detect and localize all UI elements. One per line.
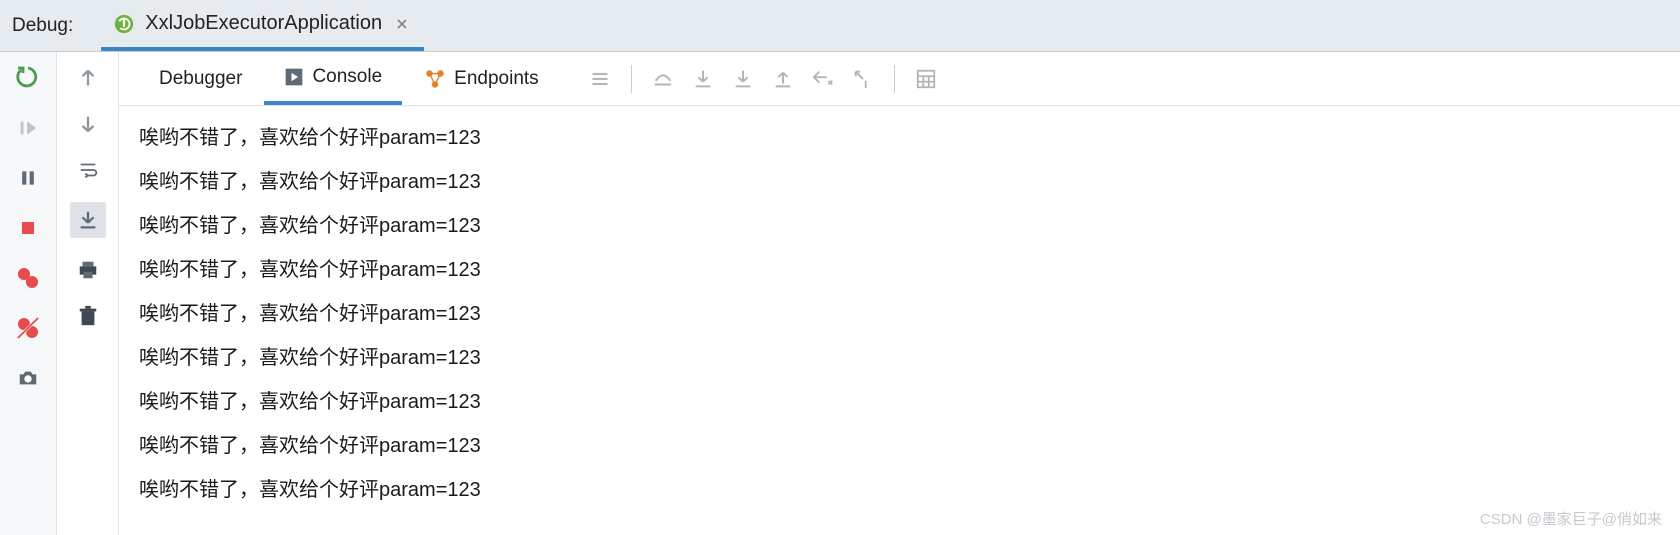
scroll-to-end-icon[interactable] (70, 202, 106, 238)
toolbar-divider (894, 65, 895, 93)
tab-endpoints[interactable]: Endpoints (404, 52, 559, 105)
close-tab-icon[interactable] (392, 18, 412, 30)
scroll-down-icon[interactable] (74, 110, 102, 138)
console-line: 唉哟不错了，喜欢给个好评param=123 (139, 116, 1680, 160)
watermark: CSDN @墨家巨子@俏如来 (1480, 508, 1662, 529)
evaluate-icon[interactable] (907, 60, 945, 98)
run-config-tab[interactable]: XxlJobExecutorApplication (101, 0, 424, 51)
console-play-icon (284, 67, 304, 87)
view-breakpoints-icon[interactable] (14, 264, 42, 292)
rerun-icon[interactable] (14, 64, 42, 92)
console-output[interactable]: 唉哟不错了，喜欢给个好评param=123 唉哟不错了，喜欢给个好评param=… (119, 106, 1680, 535)
run-config-title: XxlJobExecutorApplication (145, 12, 382, 35)
pause-icon[interactable] (14, 164, 42, 192)
right-panel: Debugger Console Endpoints (119, 52, 1680, 535)
tab-debugger-label: Debugger (159, 68, 242, 90)
camera-icon[interactable] (14, 364, 42, 392)
console-line: 唉哟不错了，喜欢给个好评param=123 (139, 204, 1680, 248)
run-to-cursor-icon[interactable] (844, 60, 882, 98)
console-line: 唉哟不错了，喜欢给个好评param=123 (139, 424, 1680, 468)
toolbar-divider (631, 65, 632, 93)
mute-breakpoints-icon[interactable] (14, 314, 42, 342)
print-icon[interactable] (74, 256, 102, 284)
tab-console-label: Console (312, 66, 382, 88)
drop-frame-icon[interactable] (804, 60, 842, 98)
scroll-up-icon[interactable] (74, 64, 102, 92)
debug-left-rail (0, 52, 57, 535)
console-line: 唉哟不错了，喜欢给个好评param=123 (139, 380, 1680, 424)
console-line: 唉哟不错了，喜欢给个好评param=123 (139, 468, 1680, 512)
step-into-icon[interactable] (684, 60, 722, 98)
soft-wrap-icon[interactable] (74, 156, 102, 184)
stop-icon[interactable] (14, 214, 42, 242)
endpoints-icon (424, 68, 446, 90)
step-over-icon[interactable] (644, 60, 682, 98)
tab-endpoints-label: Endpoints (454, 68, 539, 90)
debug-label: Debug: (12, 0, 101, 51)
console-line: 唉哟不错了，喜欢给个好评param=123 (139, 248, 1680, 292)
console-side-rail (57, 52, 119, 535)
filter-icon[interactable] (581, 60, 619, 98)
clear-icon[interactable] (74, 302, 102, 330)
main-area: Debugger Console Endpoints (0, 52, 1680, 535)
console-line: 唉哟不错了，喜欢给个好评param=123 (139, 292, 1680, 336)
tab-debugger[interactable]: Debugger (139, 52, 262, 105)
console-line: 唉哟不错了，喜欢给个好评param=123 (139, 336, 1680, 380)
debug-window-header: Debug: XxlJobExecutorApplication (0, 0, 1680, 52)
spring-boot-icon (113, 13, 135, 35)
step-out-icon[interactable] (764, 60, 802, 98)
force-step-into-icon[interactable] (724, 60, 762, 98)
resume-icon[interactable] (14, 114, 42, 142)
console-line: 唉哟不错了，喜欢给个好评param=123 (139, 160, 1680, 204)
sub-tabs-bar: Debugger Console Endpoints (119, 52, 1680, 106)
tab-console[interactable]: Console (264, 52, 402, 105)
